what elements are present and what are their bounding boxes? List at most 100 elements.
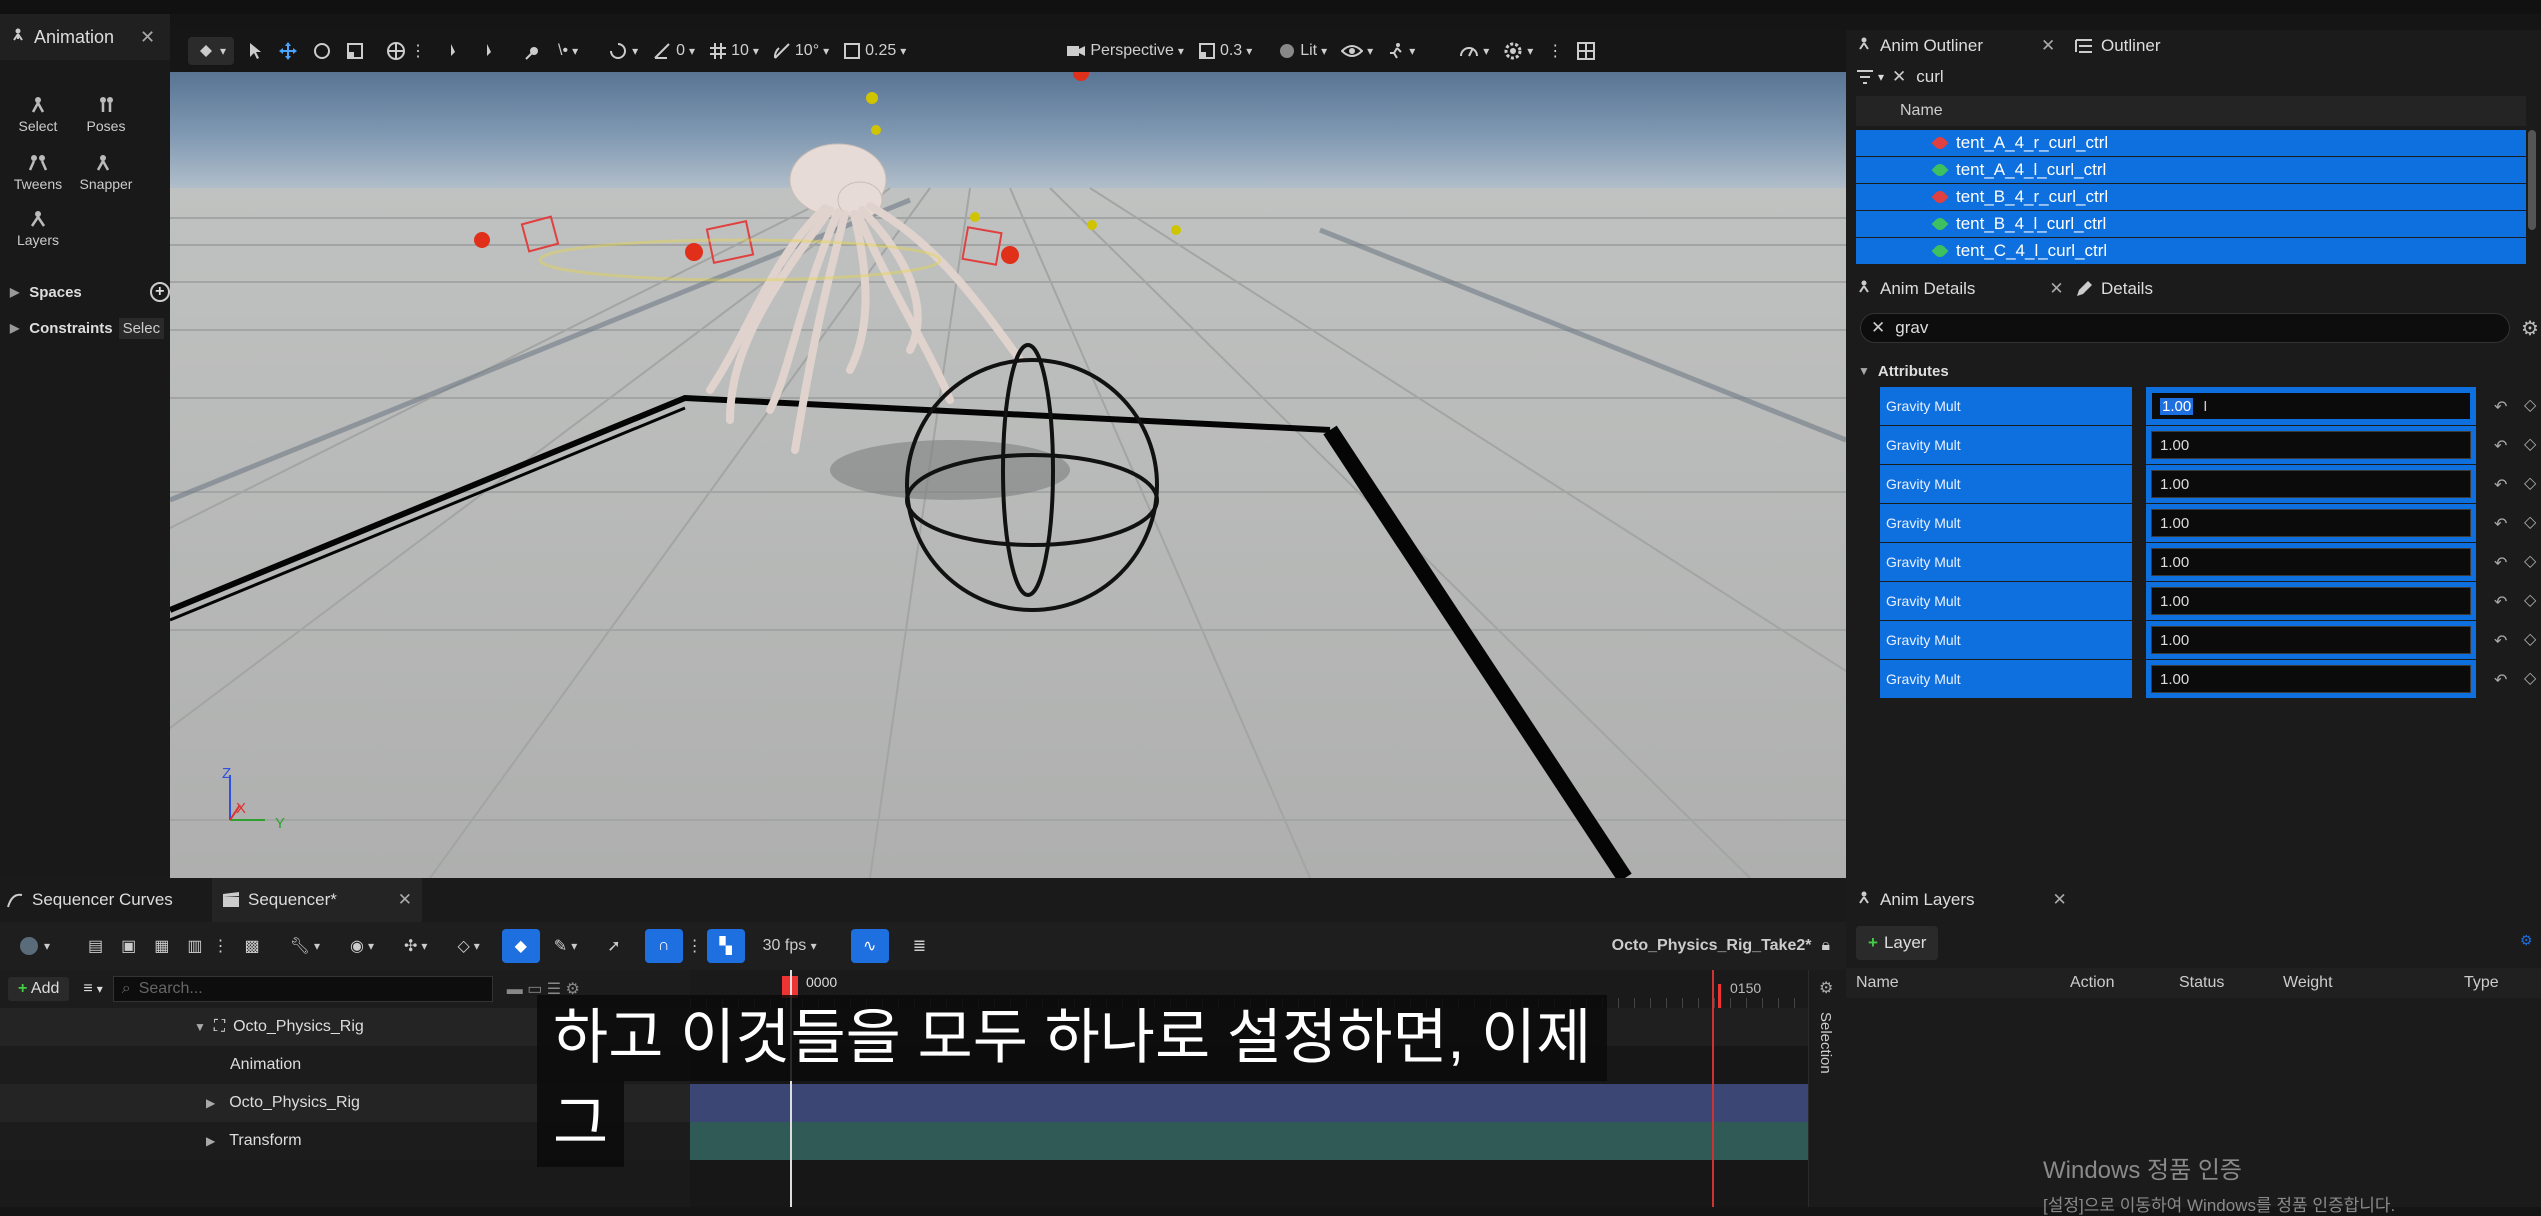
show-dropdown[interactable]: ▾ [1341,43,1373,59]
surface-dropdown[interactable]: \• ▾ [558,42,578,60]
world-local-button[interactable]: ⋮ [386,41,426,61]
gravity-mult-field[interactable]: 1.00 [2151,626,2471,654]
reset-icon[interactable]: ↶ [2494,475,2507,495]
browse-icon[interactable]: ▣ [121,936,136,956]
reset-icon[interactable]: ↶ [2494,514,2507,534]
clapper-icon[interactable]: ▥ [187,936,202,956]
tab-sequencer[interactable]: Sequencer* ✕ [212,878,422,922]
world-dropdown[interactable] [18,935,40,957]
sliders-icon[interactable]: ⚙ [1819,978,1846,998]
chevron-right-icon[interactable]: ▶ [206,1134,215,1148]
gravity-mult-field[interactable]: 1.00 [2151,431,2471,459]
scale-button[interactable] [346,42,364,60]
curve-editor-button[interactable]: ∿ [850,929,889,963]
settings-icon[interactable]: ⚙ [2520,932,2533,949]
reset-icon[interactable]: ↶ [2494,397,2507,417]
list-item[interactable]: tent_B_4_l_curl_ctrl [1856,211,2526,237]
column-weight[interactable]: Weight [2283,974,2333,992]
gear-icon[interactable]: ⚙ [2521,316,2539,341]
poses-tool-button[interactable]: Poses [76,96,136,134]
tab-animation[interactable]: Animation ✕ [0,14,170,60]
tab-anim-details[interactable]: Anim Details ✕ [1856,274,2064,304]
settings-dropdown[interactable]: ▾ [1503,41,1533,61]
rotate-snap-toggle[interactable]: ▾ [608,41,638,61]
reset-icon[interactable]: ↶ [2494,553,2507,573]
camera-speed-dropdown[interactable]: 0.3 ▾ [1198,42,1252,60]
keyframe-icon[interactable]: ◇ [2524,434,2536,454]
scale-snap-dropdown[interactable]: 0.25 ▾ [843,42,906,60]
filter-icon[interactable]: ≡ [83,980,92,998]
tab-details[interactable]: Details [2075,274,2153,304]
attributes-section[interactable]: ▼ Attributes [1856,358,2536,384]
snap-toggle-button[interactable]: ∩ [644,929,683,963]
attribute-row[interactable]: Gravity Mult 1.00 ↶ ◇ [1856,504,2541,544]
attribute-row[interactable]: Gravity Mult 1.00 ↶ ◇ [1856,465,2541,505]
select-tool-b-button[interactable] [482,41,502,61]
keyframe-icon[interactable]: ◇ [2524,551,2536,571]
constraints-section[interactable]: ▶ Constraints Selec [0,312,170,344]
reset-icon[interactable]: ↶ [2494,631,2507,651]
track-search-input[interactable]: ⌕ Search... [112,976,493,1002]
cursor-icon[interactable]: ➚ [607,936,620,956]
tweens-tool-button[interactable]: Tweens [8,154,68,192]
gravity-mult-field[interactable]: 1.00 [2151,470,2471,498]
select-tool-button[interactable]: Select [8,96,68,134]
tab-outliner[interactable]: Outliner [2075,31,2161,61]
list-item[interactable]: tent_C_4_l_curl_ctrl [1856,238,2526,264]
close-icon[interactable]: ✕ [140,27,155,48]
more-menu[interactable]: ⋮ [213,936,229,956]
attribute-row[interactable]: Gravity Mult 1.00 ↶ ◇ [1856,543,2541,583]
keyframe-icon[interactable]: ◇ [2524,473,2536,493]
pencil-icon[interactable]: ✎ [554,936,567,956]
list-item[interactable]: tent_B_4_r_curl_ctrl [1856,184,2526,210]
key-icon[interactable]: ◇ [457,936,469,956]
lit-dropdown[interactable]: Lit ▾ [1278,42,1327,60]
tab-sequencer-curves[interactable]: Sequencer Curves [6,878,173,922]
keyframe-icon[interactable]: ◇ [2524,512,2536,532]
keyframe-icon[interactable]: ◇ [2524,590,2536,610]
reset-icon[interactable]: ↶ [2494,436,2507,456]
chevron-down-icon[interactable]: ▾ [1878,70,1884,84]
gravity-mult-field[interactable]: 1.00 I [2151,392,2471,420]
gravity-mult-field[interactable]: 1.00 [2151,509,2471,537]
keyframe-icon[interactable]: ◇ [2524,668,2536,688]
game-view-dropdown[interactable]: ▾ [1387,42,1415,60]
add-circle-icon[interactable]: + [149,282,170,302]
clear-filter-icon[interactable]: ✕ [1871,318,1885,338]
column-status[interactable]: Status [2179,974,2224,992]
gravity-mult-field[interactable]: 1.00 [2151,548,2471,576]
close-icon[interactable]: ✕ [2049,279,2063,299]
attribute-row[interactable]: Gravity Mult 1.00 ↶ ◇ [1856,660,2541,700]
close-icon[interactable]: ✕ [2052,890,2066,910]
chevron-right-icon[interactable]: ▶ [206,1096,215,1110]
details-search-input[interactable]: ✕ grav [1860,313,2510,343]
save-sequence-icon[interactable]: ▤ [88,936,103,956]
attribute-row[interactable]: Gravity Mult 1.00 ↶ ◇ [1856,426,2541,466]
tab-anim-outliner[interactable]: Anim Outliner ✕ [1856,31,2055,61]
end-marker[interactable] [1718,984,1721,1008]
gravity-mult-field[interactable]: 1.00 [2151,587,2471,615]
layers-tool-button[interactable]: Layers [8,210,68,248]
column-type[interactable]: Type [2464,974,2499,992]
translate-button[interactable] [278,41,298,61]
outliner-scrollbar[interactable] [2528,130,2536,230]
spaces-section[interactable]: ▶ Spaces + [0,276,170,308]
lock-icon[interactable]: 🔒︎ [1821,937,1830,955]
outliner-column-header[interactable]: Name [1856,96,2526,126]
transform-mode-dropdown[interactable]: ▾ [188,37,235,65]
snap-surface-button[interactable] [524,41,544,61]
rot-snap-dropdown[interactable]: 10° ▾ [773,42,829,60]
angle-snap-dropdown[interactable]: 0 ▾ [652,41,695,61]
list-item[interactable]: tent_A_4_l_curl_ctrl [1856,157,2526,183]
grid-snap-dropdown[interactable]: 10 ▾ [709,42,759,60]
rotate-button[interactable] [312,41,332,61]
clear-filter-icon[interactable]: ✕ [1892,67,1906,87]
snap-keys-button[interactable]: ▚ [706,929,745,963]
attribute-row[interactable]: Gravity Mult 1.00 ↶ ◇ [1856,582,2541,622]
perspective-dropdown[interactable]: Perspective ▾ [1066,42,1184,60]
tab-anim-layers[interactable]: Anim Layers ✕ [1856,878,2067,922]
more-menu[interactable]: ⋮ [687,936,703,956]
attribute-row[interactable]: Gravity Mult 1.00 ↶ ◇ [1856,621,2541,661]
more-menu[interactable]: ⋮ [1547,41,1563,61]
close-icon[interactable]: ✕ [2041,36,2055,56]
